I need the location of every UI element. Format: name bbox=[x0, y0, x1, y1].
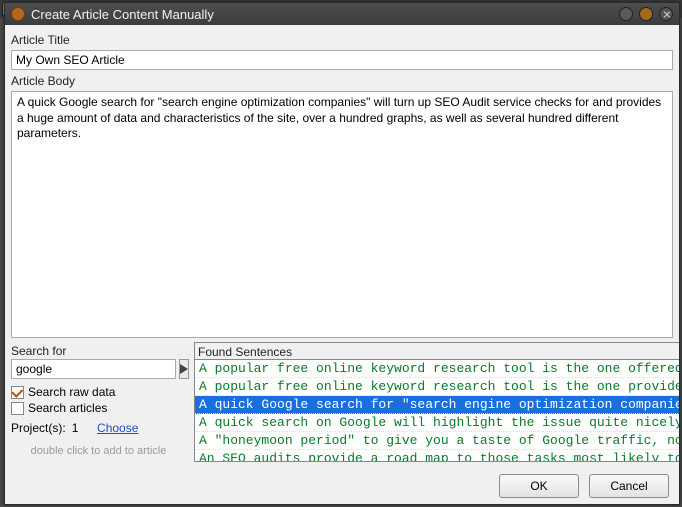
found-panel: Found Sentences A popular free online ke… bbox=[194, 342, 679, 462]
ok-button[interactable]: OK bbox=[499, 474, 579, 498]
found-sentence-item[interactable]: A popular free online keyword research t… bbox=[195, 378, 679, 396]
search-articles-label: Search articles bbox=[28, 401, 107, 415]
found-sentences-list[interactable]: A popular free online keyword research t… bbox=[195, 360, 679, 461]
choose-projects-link[interactable]: Choose bbox=[97, 421, 138, 435]
found-sentence-item[interactable]: An SEO audits provide a road map to thos… bbox=[195, 450, 679, 461]
dialog-button-row: OK Cancel bbox=[5, 468, 679, 504]
found-sentence-item[interactable]: A popular free online keyword research t… bbox=[195, 360, 679, 378]
article-body-label: Article Body bbox=[11, 72, 673, 89]
dialog-content: Article Title Article Body A quick Googl… bbox=[5, 25, 679, 468]
found-sentences-label: Found Sentences bbox=[194, 342, 679, 359]
search-raw-data-label: Search raw data bbox=[28, 385, 115, 399]
app-icon bbox=[11, 7, 25, 21]
minimize-button[interactable] bbox=[619, 7, 633, 21]
dialog-titlebar[interactable]: Create Article Content Manually bbox=[5, 3, 679, 25]
dialog-title: Create Article Content Manually bbox=[31, 7, 214, 22]
dialog-window: Create Article Content Manually Article … bbox=[4, 2, 680, 505]
checkbox-icon bbox=[11, 402, 24, 415]
found-sentence-item[interactable]: A quick Google search for "search engine… bbox=[195, 396, 679, 414]
search-panel: Search for Search raw data Search articl… bbox=[11, 342, 186, 462]
search-raw-data-option[interactable]: Search raw data bbox=[11, 385, 186, 399]
article-title-input[interactable] bbox=[11, 50, 673, 70]
play-icon bbox=[180, 364, 188, 374]
projects-label: Project(s): bbox=[11, 421, 66, 435]
found-sentence-item[interactable]: A quick search on Google will highlight … bbox=[195, 414, 679, 432]
article-body-textarea[interactable]: A quick Google search for "search engine… bbox=[11, 91, 673, 338]
checkbox-icon bbox=[11, 386, 24, 399]
search-input[interactable] bbox=[11, 359, 176, 379]
add-hint: double click to add to article bbox=[11, 445, 186, 457]
search-articles-option[interactable]: Search articles bbox=[11, 401, 186, 415]
close-button[interactable] bbox=[659, 7, 673, 21]
article-title-label: Article Title bbox=[11, 31, 673, 48]
search-for-label: Search for bbox=[11, 342, 186, 359]
found-sentence-item[interactable]: A "honeymoon period" to give you a taste… bbox=[195, 432, 679, 450]
projects-count: 1 bbox=[72, 421, 79, 435]
cancel-button[interactable]: Cancel bbox=[589, 474, 669, 498]
search-go-button[interactable] bbox=[179, 359, 189, 379]
maximize-button[interactable] bbox=[639, 7, 653, 21]
